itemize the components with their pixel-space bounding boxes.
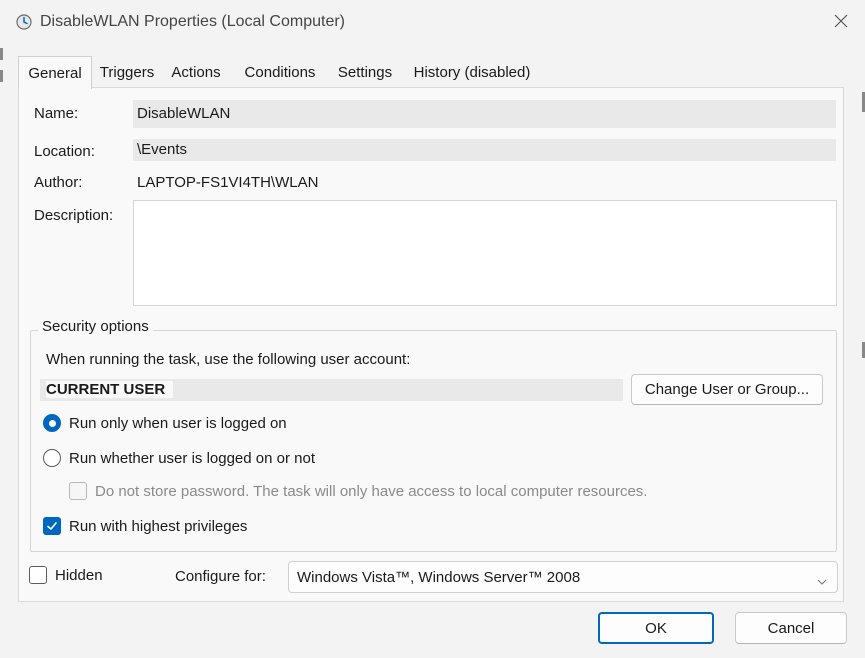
tab-conditions[interactable]: Conditions — [234, 58, 326, 86]
chevron-down-icon — [817, 573, 827, 590]
ok-button[interactable]: OK — [598, 612, 714, 644]
tab-settings[interactable]: Settings — [330, 58, 400, 86]
checkbox-no-store-password[interactable]: Do not store password. The task will onl… — [69, 482, 647, 500]
user-account-value: CURRENT USER — [46, 381, 174, 398]
tab-triggers[interactable]: Triggers — [93, 58, 161, 86]
location-value: \Events — [137, 141, 188, 158]
location-field[interactable]: \Events — [133, 139, 836, 161]
description-textarea[interactable] — [133, 200, 837, 306]
no-store-password-label: Do not store password. The task will onl… — [95, 482, 648, 500]
tab-history[interactable]: History (disabled) — [404, 58, 540, 86]
checkbox-highest-privileges[interactable]: Run with highest privileges — [43, 517, 247, 535]
background-window-edge — [0, 48, 3, 60]
author-label: Author: — [34, 174, 83, 191]
hidden-label: Hidden — [55, 566, 103, 584]
background-window-edge — [0, 70, 3, 82]
description-label: Description: — [34, 207, 114, 224]
tab-general[interactable]: General — [18, 56, 92, 89]
change-user-button[interactable]: Change User or Group... — [631, 374, 823, 405]
configure-for-value: Windows Vista™, Windows Server™ 2008 — [297, 568, 581, 586]
highest-privileges-label: Run with highest privileges — [69, 517, 248, 535]
task-clock-icon — [16, 14, 32, 30]
name-label: Name: — [34, 105, 79, 122]
location-label: Location: — [34, 143, 95, 160]
radio-run-logged-on-or-not-label: Run whether user is logged on or not — [69, 449, 315, 467]
cancel-button[interactable]: Cancel — [735, 612, 847, 644]
security-options-legend: Security options — [38, 318, 153, 335]
checkbox-checked-icon — [43, 517, 61, 535]
author-value: LAPTOP-FS1VI4TH\WLAN — [137, 174, 319, 191]
configure-for-label: Configure for: — [175, 568, 266, 585]
close-icon — [834, 14, 848, 32]
radio-run-logged-on-or-not[interactable]: Run whether user is logged on or not — [43, 449, 315, 467]
title-bar[interactable]: DisableWLAN Properties (Local Computer) — [0, 0, 865, 46]
radio-selected-icon — [43, 414, 61, 432]
close-button[interactable] — [824, 8, 858, 38]
radio-run-logged-on-label: Run only when user is logged on — [69, 414, 287, 432]
radio-unselected-icon — [43, 449, 61, 467]
checkbox-unchecked-icon — [29, 566, 47, 584]
name-field[interactable]: DisableWLAN — [133, 100, 836, 128]
checkbox-hidden[interactable]: Hidden — [29, 566, 103, 584]
name-value: DisableWLAN — [137, 105, 231, 122]
tab-actions[interactable]: Actions — [164, 58, 228, 86]
checkbox-unchecked-icon — [69, 482, 87, 500]
radio-run-logged-on[interactable]: Run only when user is logged on — [43, 414, 287, 432]
window-title: DisableWLAN Properties (Local Computer) — [40, 13, 345, 30]
user-account-prompt: When running the task, use the following… — [46, 351, 411, 368]
configure-for-select[interactable]: Windows Vista™, Windows Server™ 2008 — [288, 561, 838, 593]
